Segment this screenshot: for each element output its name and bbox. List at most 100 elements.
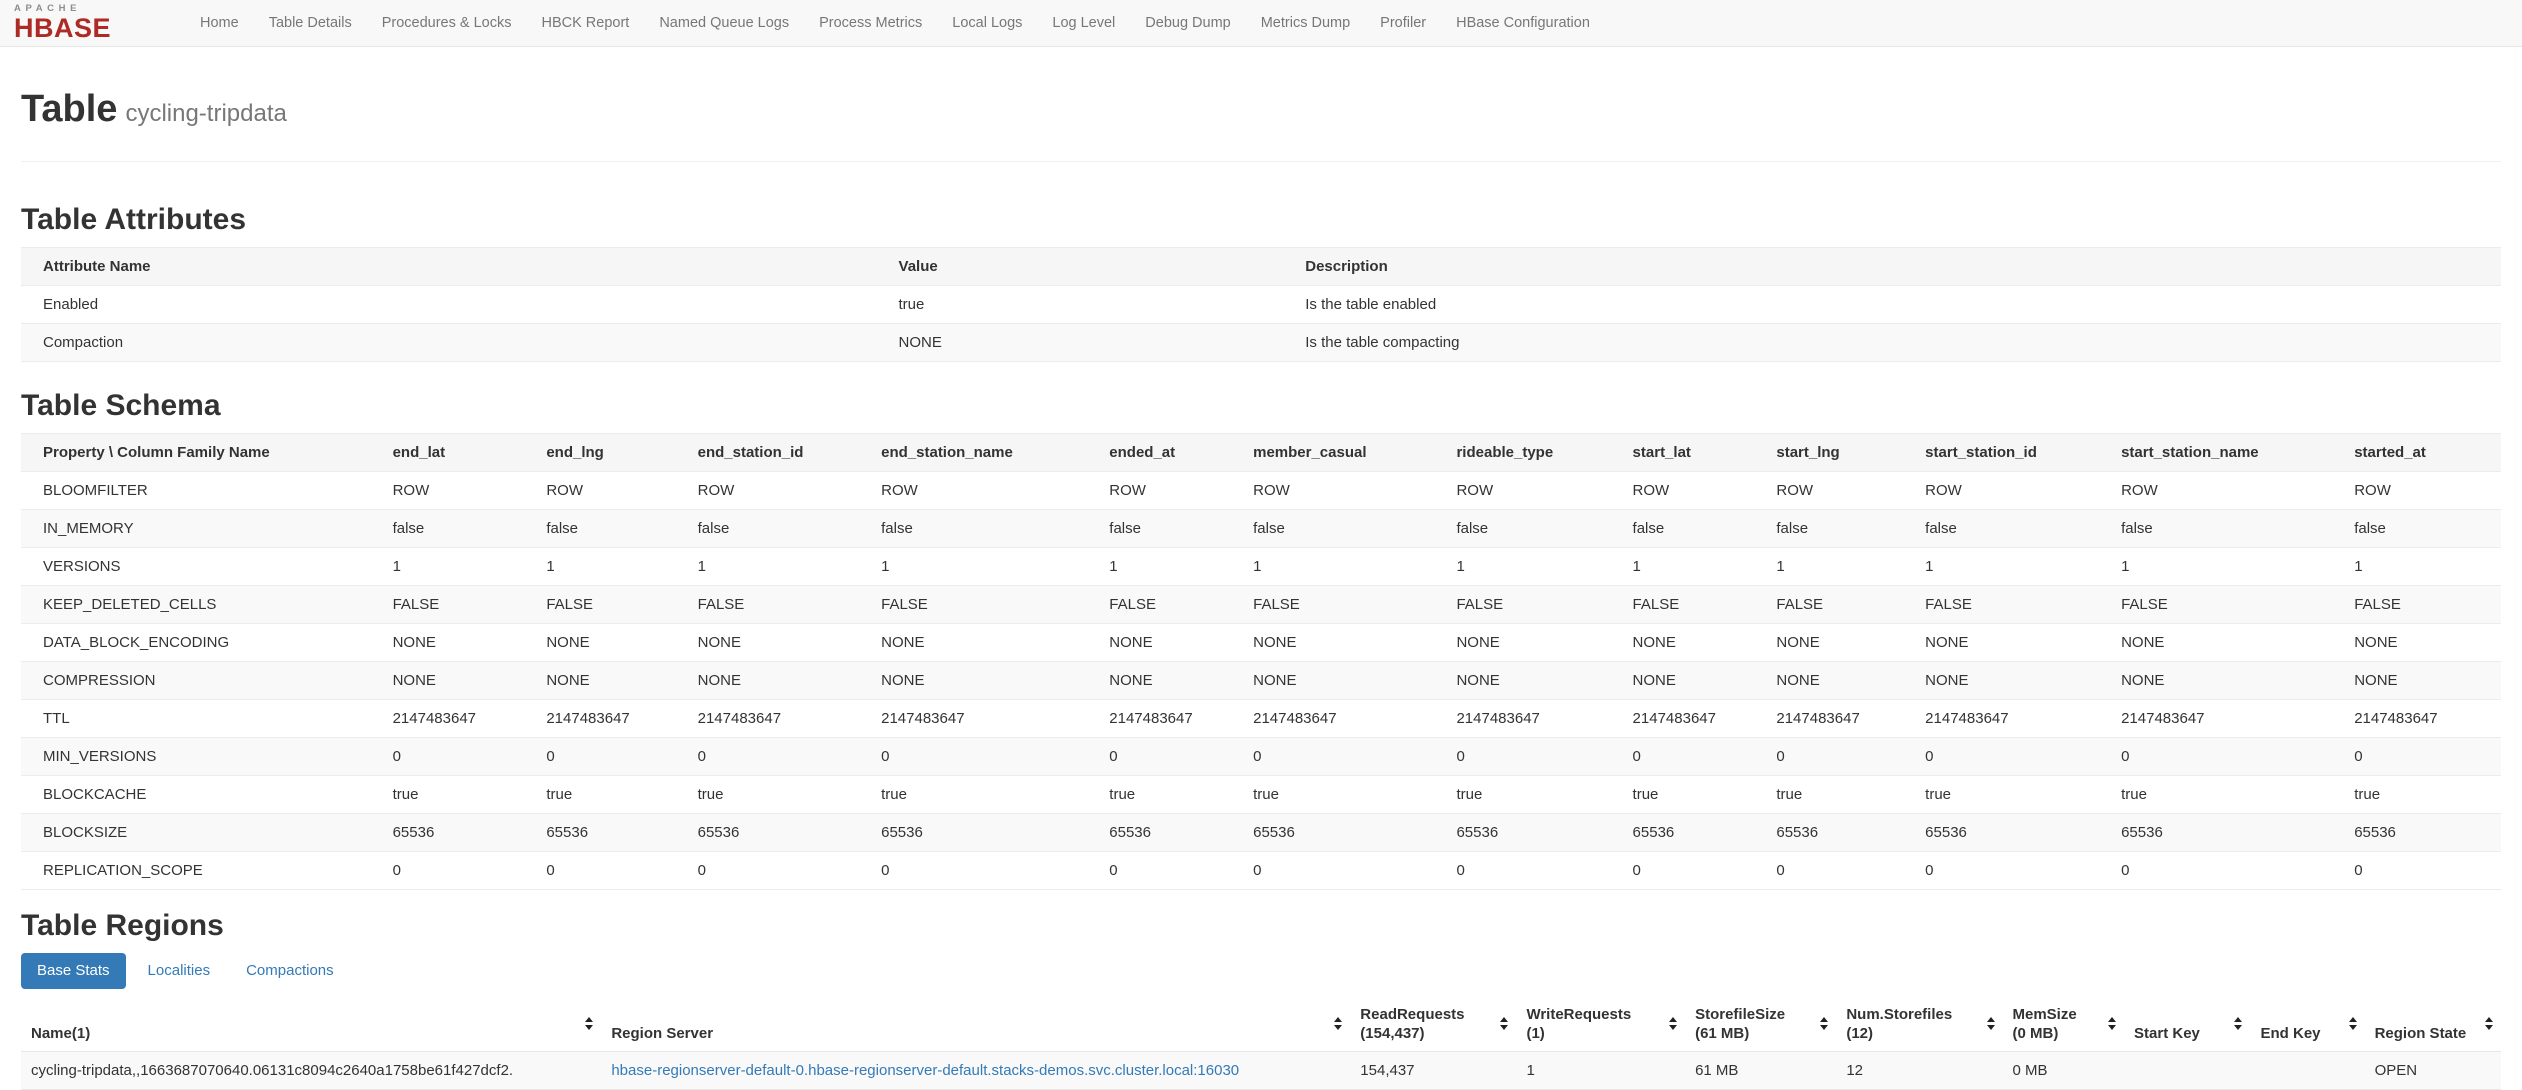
nav-item-table-details[interactable]: Table Details	[254, 0, 367, 46]
schema-table: Property \ Column Family Name end_lat end_…	[21, 433, 2501, 890]
schema-value-cell: NONE	[1632, 634, 1676, 651]
schema-value-cell: NONE	[2121, 634, 2165, 651]
schema-value-cell: 65536	[1632, 824, 1675, 841]
schema-value-cell: false	[1456, 520, 1489, 537]
schema-col-start-station-name: start_station_name	[2121, 444, 2259, 461]
schema-value-cell: FALSE	[1456, 596, 1504, 613]
sort-icon[interactable]	[585, 1017, 594, 1030]
sort-icon[interactable]	[1820, 1017, 1829, 1030]
hbase-logo[interactable]: APACHE HBASE	[14, 4, 111, 42]
nav-item-metrics-dump[interactable]: Metrics Dump	[1246, 0, 1365, 46]
nav-item-profiler[interactable]: Profiler	[1365, 0, 1441, 46]
region-cell-region-state: OPEN	[2374, 1062, 2418, 1079]
tab-compactions[interactable]: Compactions	[232, 953, 348, 989]
regions-col-total: (154,437)	[1360, 1025, 1425, 1042]
schema-header-row: Property \ Column Family Name end_lat end_…	[21, 433, 2501, 472]
schema-value-cell: NONE	[697, 634, 741, 651]
schema-value-cell: FALSE	[2354, 596, 2401, 613]
schema-value-cell: NONE	[697, 672, 741, 689]
region-cell-storefile-size: 61 MB	[1695, 1062, 1739, 1079]
sort-icon[interactable]	[1669, 1017, 1678, 1030]
nav-item-process-metrics[interactable]: Process Metrics	[804, 0, 937, 46]
schema-value-cell: 2147483647	[546, 710, 630, 727]
schema-value-cell: 0	[392, 748, 401, 765]
schema-value-cell: NONE	[2354, 672, 2398, 689]
schema-value-cell: NONE	[881, 634, 925, 651]
regions-col-writerequests: WriteRequests (1)	[1516, 997, 1686, 1052]
schema-value-cell: 1	[2354, 558, 2363, 575]
schema-value-cell: 65536	[2354, 824, 2396, 841]
table-row: BLOOMFILTER ROW ROW ROW ROW ROW ROW ROW ROW ROW RO…	[21, 471, 2501, 510]
sort-icon[interactable]	[2348, 1017, 2358, 1030]
schema-value-cell: FALSE	[1776, 596, 1824, 613]
schema-value-cell: ROW	[1925, 482, 1962, 499]
schema-value-cell: 2147483647	[1925, 710, 2009, 727]
schema-value-cell: 1	[1109, 558, 1118, 575]
regions-col-storefilesize: StorefileSize (61 MB)	[1685, 997, 1837, 1052]
sort-icon[interactable]	[1500, 1017, 1509, 1030]
tab-localities[interactable]: Localities	[134, 953, 225, 989]
regions-col-num-storefiles: Num.Storefiles (12)	[1836, 997, 2003, 1052]
schema-property-cell: BLOCKSIZE	[43, 824, 128, 841]
schema-value-cell: 0	[1925, 862, 1934, 879]
regions-col-label: ReadRequests	[1360, 1006, 1465, 1023]
attr-cell: Enabled	[43, 296, 99, 313]
schema-value-cell: 65536	[1925, 824, 1967, 841]
schema-property-cell: DATA_BLOCK_ENCODING	[43, 634, 230, 651]
schema-value-cell: 2147483647	[1776, 710, 1860, 727]
nav-item-hbase-configuration[interactable]: HBase Configuration	[1441, 0, 1605, 46]
schema-value-cell: ROW	[1776, 482, 1814, 499]
nav-item-log-level[interactable]: Log Level	[1037, 0, 1130, 46]
sort-icon[interactable]	[2485, 1017, 2494, 1030]
logo-hbase-text: HBASE	[14, 12, 112, 43]
schema-value-cell: 2147483647	[1109, 710, 1193, 727]
sort-icon[interactable]	[2234, 1017, 2243, 1030]
schema-value-cell: 1	[1925, 558, 1934, 575]
region-row: cycling-tripdata,,1663687070640.06131c80…	[21, 1051, 2501, 1090]
schema-value-cell: false	[546, 520, 579, 537]
regions-col-label: Region Server	[611, 1025, 714, 1042]
table-row: DATA_BLOCK_ENCODING NONE NONE NONE NONE NONE N…	[21, 623, 2501, 662]
schema-value-cell: 65536	[1456, 824, 1499, 841]
nav-item-home[interactable]: Home	[185, 0, 254, 46]
nav-item-named-queue-logs[interactable]: Named Queue Logs	[644, 0, 804, 46]
schema-value-cell: NONE	[546, 634, 590, 651]
schema-value-cell: true	[697, 786, 724, 803]
nav-item-local-logs[interactable]: Local Logs	[937, 0, 1037, 46]
attributes-table: Attribute Name Value Description Enabled tru…	[21, 247, 2501, 362]
sort-icon[interactable]	[2108, 1017, 2117, 1030]
schema-value-cell: true	[1456, 786, 1483, 803]
sort-icon[interactable]	[1986, 1017, 1996, 1030]
region-cell-mem-size: 0 MB	[2012, 1062, 2048, 1079]
tab-base-stats[interactable]: Base Stats	[21, 953, 126, 989]
region-server-link[interactable]: hbase-regionserver-default-0.hbase-regio…	[611, 1062, 1239, 1079]
schema-value-cell: NONE	[1776, 634, 1820, 651]
schema-value-cell: 0	[697, 748, 706, 765]
schema-value-cell: NONE	[881, 672, 925, 689]
schema-value-cell: 65536	[697, 824, 740, 841]
schema-value-cell: NONE	[1456, 634, 1500, 651]
regions-col-total: (1)	[1526, 1025, 1545, 1042]
regions-col-readrequests: ReadRequests (154,437)	[1350, 997, 1517, 1052]
schema-value-cell: false	[1776, 520, 1809, 537]
nav-item-procedures-locks[interactable]: Procedures & Locks	[367, 0, 527, 46]
schema-value-cell: false	[2354, 520, 2386, 537]
schema-col-start-lng: start_lng	[1776, 444, 1840, 461]
regions-col-label: End Key	[2260, 1025, 2321, 1042]
schema-value-cell: 65536	[881, 824, 923, 841]
regions-col-total: (61 MB)	[1695, 1025, 1750, 1042]
schema-value-cell: 0	[881, 862, 890, 879]
sort-icon[interactable]	[1334, 1017, 1343, 1030]
nav-item-debug-dump[interactable]: Debug Dump	[1130, 0, 1245, 46]
schema-value-cell: 1	[546, 558, 555, 575]
schema-value-cell: ROW	[546, 482, 584, 499]
schema-value-cell: 0	[2121, 748, 2130, 765]
schema-value-cell: FALSE	[1109, 596, 1156, 613]
schema-corner-header: Property \ Column Family Name	[43, 444, 270, 461]
schema-property-cell: VERSIONS	[43, 558, 121, 575]
nav-item-hbck-report[interactable]: HBCK Report	[526, 0, 644, 46]
navbar-menu: Home Table Details Procedures & Locks HBCK …	[185, 0, 1605, 46]
schema-value-cell: ROW	[2121, 482, 2158, 499]
schema-value-cell: 0	[1456, 862, 1465, 879]
schema-value-cell: NONE	[392, 634, 436, 651]
